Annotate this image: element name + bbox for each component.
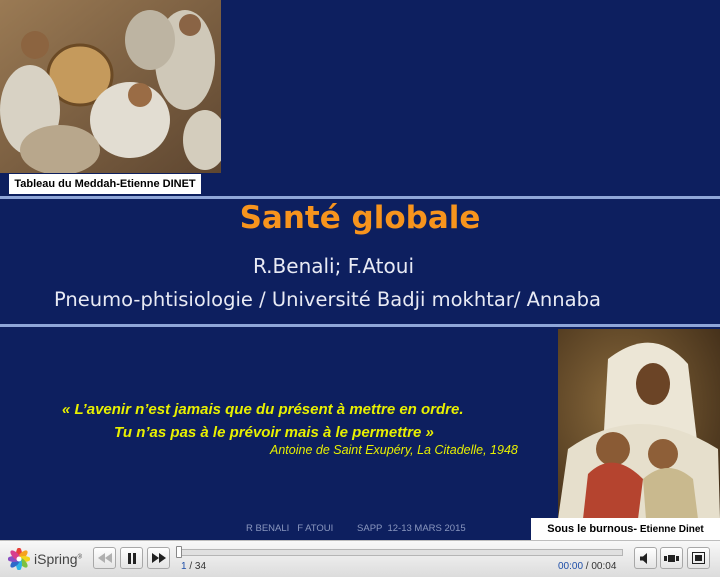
outline-button[interactable] [660, 547, 683, 569]
time-display: 00:00 / 00:04 [558, 561, 617, 572]
meddah-painting-image [0, 0, 221, 173]
burnous-caption-author: Etienne Dinet [637, 524, 704, 535]
slide-counter: 1 / 34 [181, 561, 207, 572]
forward-icon [151, 553, 166, 563]
volume-icon [639, 552, 647, 564]
ispring-flower-icon [8, 548, 30, 570]
rewind-button[interactable] [93, 547, 116, 569]
meddah-caption: Tableau du Meddah-Etienne DINET [9, 174, 201, 194]
top-divider [0, 196, 720, 199]
pause-icon [127, 552, 136, 564]
forward-button[interactable] [147, 547, 170, 569]
burnous-painting-image [558, 329, 720, 519]
quote-line-1: « L’avenir n’est jamais que du présent à… [62, 401, 464, 418]
fullscreen-icon [692, 552, 705, 564]
volume-button[interactable] [634, 547, 657, 569]
quote-line-2: Tu n’as pas à le prévoir mais à le perme… [114, 424, 434, 441]
quote-attribution: Antoine de Saint Exupéry, La Citadelle, … [270, 443, 518, 457]
total-slides-number: 34 [194, 561, 207, 572]
slide-authors: R.Benali; F.Atoui [253, 254, 414, 278]
progress-thumb[interactable] [176, 546, 182, 558]
slide-footer: R BENALI F ATOUI SAPP 12-13 MARS 2015 [246, 523, 466, 534]
player-controls-bar: iSpring® 1 / 34 00:00 / 00:04 [0, 540, 720, 577]
bottom-divider [0, 324, 720, 327]
ispring-brand: iSpring® [8, 548, 82, 570]
slide-title: Santé globale [239, 200, 481, 236]
total-time: 00:04 [591, 561, 617, 572]
burnous-caption: Sous le burnous- Etienne Dinet [531, 518, 720, 540]
ispring-wordmark: iSpring® [34, 551, 83, 567]
slide-canvas: Tableau du Meddah-Etienne DINET Santé gl… [0, 0, 720, 540]
rewind-icon [97, 553, 112, 563]
outline-icon [664, 554, 679, 562]
current-time: 00:00 [558, 561, 584, 572]
progress-track[interactable] [179, 549, 623, 556]
burnous-caption-title: Sous le burnous- [547, 523, 638, 535]
fullscreen-button[interactable] [687, 547, 710, 569]
pause-button[interactable] [120, 547, 143, 569]
slide-affiliation: Pneumo-phtisiologie / Université Badji m… [54, 288, 601, 311]
